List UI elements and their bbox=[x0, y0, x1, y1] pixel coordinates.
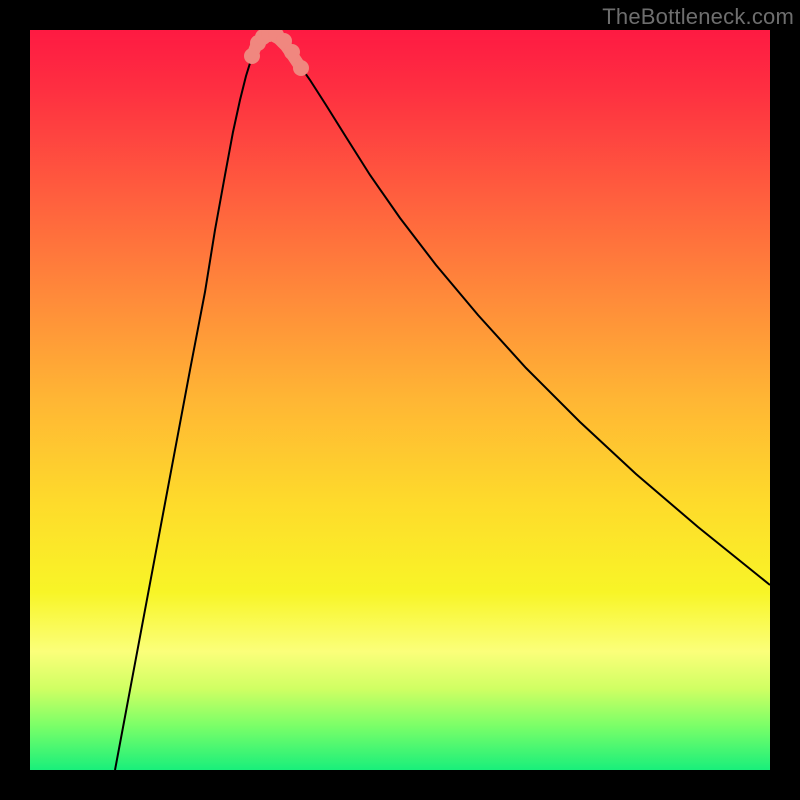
plot-area bbox=[30, 30, 770, 770]
bottleneck-curve bbox=[115, 35, 770, 770]
highlight-dot bbox=[293, 60, 309, 76]
watermark-text: TheBottleneck.com bbox=[602, 4, 794, 30]
highlight-dot bbox=[284, 44, 300, 60]
chart-container: TheBottleneck.com bbox=[0, 0, 800, 800]
curve-svg bbox=[30, 30, 770, 770]
